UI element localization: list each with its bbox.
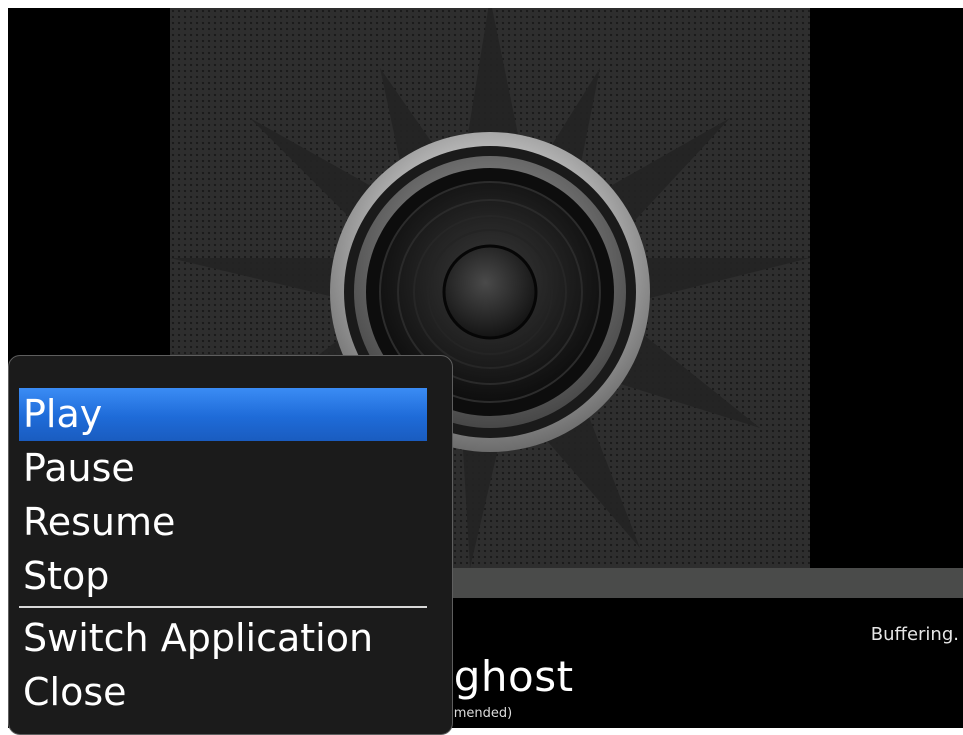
menu-item-close[interactable]: Close: [19, 666, 427, 719]
menu-item-switch-application[interactable]: Switch Application: [19, 612, 427, 665]
context-menu: Play Pause Resume Stop Switch Applicatio…: [8, 355, 453, 735]
menu-separator: [19, 606, 427, 608]
menu-item-play[interactable]: Play: [19, 388, 427, 441]
menu-item-stop[interactable]: Stop: [19, 550, 427, 603]
menu-item-resume[interactable]: Resume: [19, 496, 427, 549]
menu-item-pause[interactable]: Pause: [19, 442, 427, 495]
buffering-status: Buffering.: [870, 624, 959, 645]
